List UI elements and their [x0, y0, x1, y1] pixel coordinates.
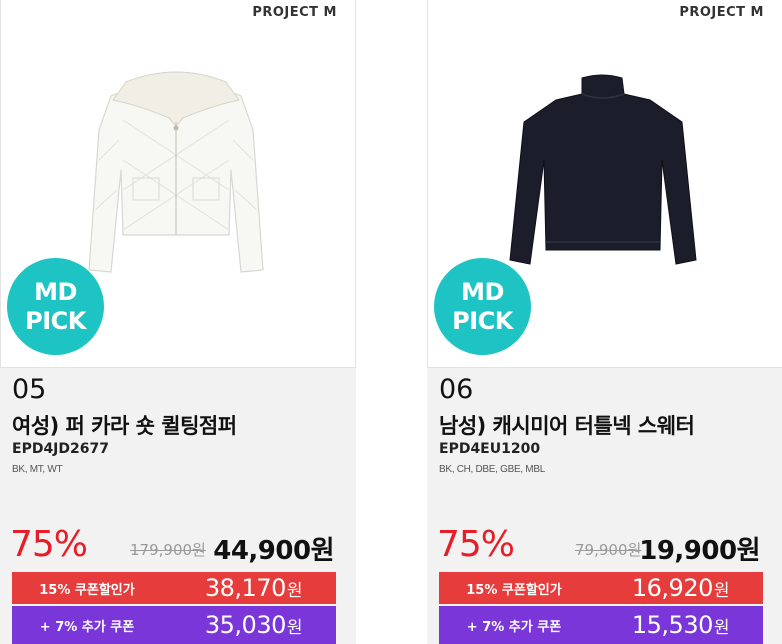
brand-label: PROJECT M: [679, 5, 764, 20]
extra-coupon-label: + 7% 추가 쿠폰: [466, 619, 562, 635]
quilted-jacket-icon: [88, 71, 264, 273]
coupon-price-bar: 15% 쿠폰할인가 16,920원: [439, 572, 763, 604]
product-title[interactable]: 남성) 캐시미어 터틀넥 스웨터: [439, 410, 695, 440]
original-price: 179,900원: [130, 541, 206, 559]
extra-coupon-bar: + 7% 추가 쿠폰 35,030원: [12, 606, 336, 644]
md-pick-line1: MD: [461, 277, 504, 306]
coupon-label: 15% 쿠폰할인가: [39, 582, 135, 598]
extra-coupon-bar: + 7% 추가 쿠폰 15,530원: [439, 606, 763, 644]
coupon-unit: 원: [286, 581, 303, 601]
product-code: EPD4EU1200: [439, 441, 541, 457]
product-number: 05: [12, 374, 47, 405]
extra-coupon-unit: 원: [713, 618, 730, 638]
color-options: BK, MT, WT: [12, 464, 63, 475]
final-price: 19,900원: [639, 536, 760, 566]
md-pick-line2: PICK: [25, 306, 86, 335]
product-image-area[interactable]: PROJECT M MD PICK: [427, 0, 782, 368]
original-price: 79,900원: [575, 541, 642, 559]
product-number: 06: [439, 374, 474, 405]
coupon-price: 38,170: [204, 574, 286, 602]
brand-label: PROJECT M: [252, 5, 337, 20]
coupon-unit: 원: [713, 581, 730, 601]
md-pick-line1: MD: [34, 277, 77, 306]
product-code: EPD4JD2677: [12, 441, 109, 457]
md-pick-badge: MD PICK: [7, 258, 104, 355]
product-title[interactable]: 여성) 퍼 카라 숏 퀼팅점퍼: [12, 410, 237, 440]
product-image-area[interactable]: PROJECT M MD PICK: [0, 0, 356, 368]
coupon-price: 16,920: [631, 574, 713, 602]
discount-percent: 75%: [10, 524, 88, 565]
product-card[interactable]: PROJECT M MD PICK 05 여성) 퍼 카라 숏 퀼팅점퍼 EPD…: [0, 0, 356, 644]
extra-coupon-price: 35,030: [204, 611, 286, 639]
color-options: BK, CH, DBE, GBE, MBL: [439, 464, 545, 475]
extra-coupon-label: + 7% 추가 쿠폰: [39, 619, 135, 635]
md-pick-line2: PICK: [452, 306, 513, 335]
product-card[interactable]: PROJECT M MD PICK 06 남성) 캐시미어 터틀넥 스웨터 EP…: [427, 0, 782, 644]
turtleneck-sweater-icon: [509, 74, 697, 265]
extra-coupon-unit: 원: [286, 618, 303, 638]
discount-percent: 75%: [437, 524, 515, 565]
coupon-label: 15% 쿠폰할인가: [466, 582, 562, 598]
extra-coupon-price: 15,530: [631, 611, 713, 639]
md-pick-badge: MD PICK: [434, 258, 531, 355]
coupon-price-bar: 15% 쿠폰할인가 38,170원: [12, 572, 336, 604]
final-price: 44,900원: [213, 536, 334, 566]
